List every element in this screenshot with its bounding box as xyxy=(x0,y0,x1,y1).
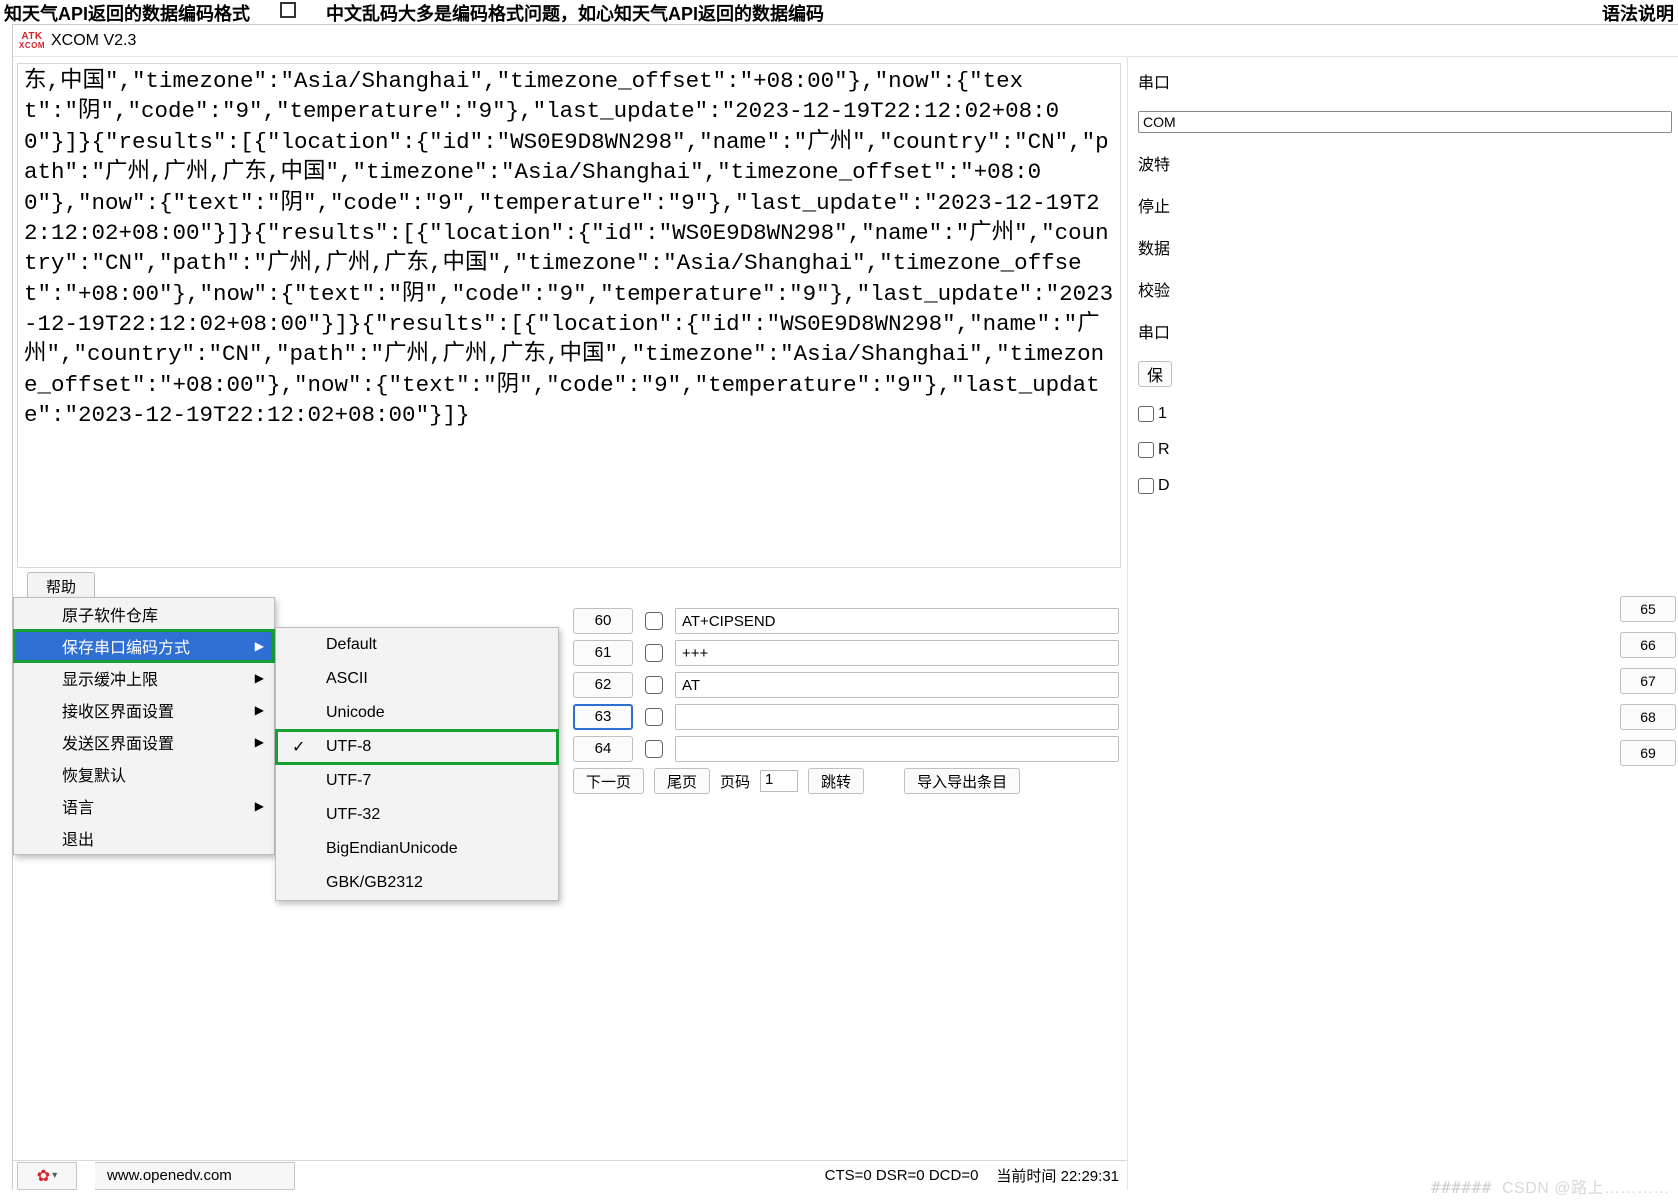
checkbox-icon xyxy=(280,2,296,18)
ctx-menu-item[interactable]: 语言▶ xyxy=(14,790,274,822)
send-command-input[interactable]: +++ xyxy=(675,640,1119,666)
send-row: 64 xyxy=(573,736,1119,762)
submenu-arrow-icon: ▶ xyxy=(255,639,264,653)
cfg-label-port: 串口 xyxy=(1138,69,1672,93)
encoding-option[interactable]: GBK/GB2312 xyxy=(276,866,558,900)
app-logo-icon: ATK XCOM xyxy=(19,32,45,50)
send-row-checkbox[interactable] xyxy=(645,676,663,694)
bottom-tabstrip: 帮助 xyxy=(13,570,1127,600)
encoding-option-label: Unicode xyxy=(326,704,385,722)
encoding-option[interactable]: UTF-32 xyxy=(276,798,558,832)
next-page-button[interactable]: 下一页 xyxy=(573,768,644,794)
cfg-label-stop: 停止 xyxy=(1138,193,1672,217)
settings-gear-button[interactable]: ✿ ▾ xyxy=(17,1162,77,1190)
context-text-right: 中文乱码大多是编码格式问题，如心知天气API返回的数据编码 xyxy=(326,0,1602,23)
cfg-label-port2: 串口 xyxy=(1138,319,1672,343)
send-row-checkbox[interactable] xyxy=(645,740,663,758)
serial-config-panel: 串口 COM 波特 停止 数据 校验 串口 保 1 R D xyxy=(1127,57,1678,1190)
tab-help[interactable]: 帮助 xyxy=(27,572,95,600)
encoding-option-label: UTF-8 xyxy=(326,738,371,756)
cfg-label-data: 数据 xyxy=(1138,235,1672,259)
right-index-buttons: 65 66 67 68 69 xyxy=(1620,596,1676,766)
checkbox-16hex[interactable]: 1 xyxy=(1138,405,1672,423)
encoding-option[interactable]: ✓ UTF-8 xyxy=(276,730,558,764)
csdn-watermark: ###### CSDN @路上………… xyxy=(1431,1174,1670,1198)
import-export-button[interactable]: 导入导出条目 xyxy=(904,768,1020,794)
xcom-window: ATK XCOM XCOM V2.3 东,中国","timezone":"Asi… xyxy=(12,24,1678,1190)
encoding-option-label: GBK/GB2312 xyxy=(326,874,423,892)
ctx-menu-item[interactable]: 显示缓冲上限▶ xyxy=(14,662,274,694)
send-index-button-right[interactable]: 65 xyxy=(1620,596,1676,622)
time-value: 22:29:31 xyxy=(1061,1168,1119,1185)
send-row: 63 xyxy=(573,704,1119,730)
receive-textarea[interactable]: 东,中国","timezone":"Asia/Shanghai","timezo… xyxy=(17,63,1121,568)
signal-status: CTS=0 DSR=0 DCD=0 xyxy=(825,1167,979,1184)
context-text-left: 知天气API返回的数据编码格式 xyxy=(0,0,250,23)
checkbox-dtr[interactable]: D xyxy=(1138,477,1672,495)
send-command-input[interactable]: AT+CIPSEND xyxy=(675,608,1119,634)
encoding-option[interactable]: Default xyxy=(276,628,558,662)
vendor-url[interactable]: www.openedv.com xyxy=(95,1162,295,1190)
com-port-select[interactable]: COM xyxy=(1138,111,1672,133)
title-bar[interactable]: ATK XCOM XCOM V2.3 xyxy=(13,25,1678,57)
encoding-option-label: UTF-7 xyxy=(326,772,371,790)
encoding-option-label: ASCII xyxy=(326,670,368,688)
encoding-option-label: BigEndianUnicode xyxy=(326,840,458,858)
send-index-button[interactable]: 64 xyxy=(573,736,633,762)
send-row-checkbox[interactable] xyxy=(645,644,663,662)
checkbox-rts[interactable]: R xyxy=(1138,441,1672,459)
send-row: 60 AT+CIPSEND xyxy=(573,608,1119,634)
save-window-button[interactable]: 保 xyxy=(1138,361,1172,387)
syntax-help-label: 语法说明 xyxy=(1602,0,1678,23)
send-index-button[interactable]: 62 xyxy=(573,672,633,698)
window-title: XCOM V2.3 xyxy=(51,32,136,50)
send-command-input[interactable]: AT xyxy=(675,672,1119,698)
gear-icon: ✿ xyxy=(37,1166,50,1186)
dropdown-triangle-icon: ▾ xyxy=(52,1170,57,1181)
send-row-checkbox[interactable] xyxy=(645,708,663,726)
submenu-arrow-icon: ▶ xyxy=(255,671,264,685)
check-icon: ✓ xyxy=(292,737,305,757)
send-command-input[interactable] xyxy=(675,704,1119,730)
send-index-button-right[interactable]: 66 xyxy=(1620,632,1676,658)
time-label: 当前时间 xyxy=(996,1168,1056,1185)
encoding-option-label: UTF-32 xyxy=(326,806,380,824)
cfg-label-baud: 波特 xyxy=(1138,151,1672,175)
send-index-button-right[interactable]: 68 xyxy=(1620,704,1676,730)
status-bar: ✿ ▾ www.openedv.com CTS=0 DSR=0 DCD=0 当前… xyxy=(13,1160,1127,1190)
encoding-option[interactable]: UTF-7 xyxy=(276,764,558,798)
page-number-input[interactable]: 1 xyxy=(760,770,798,792)
ctx-menu-item[interactable]: 保存串口编码方式▶ xyxy=(14,630,274,662)
ctx-menu-item[interactable]: 接收区界面设置▶ xyxy=(14,694,274,726)
send-command-input[interactable] xyxy=(675,736,1119,762)
send-index-button-right[interactable]: 67 xyxy=(1620,668,1676,694)
send-row: 61 +++ xyxy=(573,640,1119,666)
last-page-button[interactable]: 尾页 xyxy=(654,768,710,794)
encoding-option-label: Default xyxy=(326,636,377,654)
encoding-submenu[interactable]: Default ASCII Unicode ✓ UTF-8 UTF-7 UTF-32 BigE… xyxy=(275,627,559,901)
send-index-button[interactable]: 60 xyxy=(573,608,633,634)
ctx-menu-item[interactable]: 发送区界面设置▶ xyxy=(14,726,274,758)
submenu-arrow-icon: ▶ xyxy=(255,703,264,717)
send-index-button-right[interactable]: 69 xyxy=(1620,740,1676,766)
send-index-button[interactable]: 63 xyxy=(573,704,633,730)
send-index-button[interactable]: 61 xyxy=(573,640,633,666)
ctx-menu-item[interactable]: 恢复默认 xyxy=(14,758,274,790)
ctx-menu-item[interactable]: 退出 xyxy=(14,822,274,854)
left-crop-edge xyxy=(0,23,12,1200)
ctx-menu-item[interactable]: 原子软件仓库 xyxy=(14,598,274,630)
settings-context-menu[interactable]: 原子软件仓库保存串口编码方式▶显示缓冲上限▶接收区界面设置▶发送区界面设置▶恢复… xyxy=(13,597,275,855)
page-label: 页码 xyxy=(720,771,750,792)
submenu-arrow-icon: ▶ xyxy=(255,735,264,749)
encoding-option[interactable]: BigEndianUnicode xyxy=(276,832,558,866)
encoding-option[interactable]: Unicode xyxy=(276,696,558,730)
send-row-checkbox[interactable] xyxy=(645,612,663,630)
page-context-strip: 知天气API返回的数据编码格式 中文乱码大多是编码格式问题，如心知天气API返回… xyxy=(0,0,1678,23)
submenu-arrow-icon: ▶ xyxy=(255,799,264,813)
jump-button[interactable]: 跳转 xyxy=(808,768,864,794)
cfg-label-parity: 校验 xyxy=(1138,277,1672,301)
encoding-option[interactable]: ASCII xyxy=(276,662,558,696)
send-row: 62 AT xyxy=(573,672,1119,698)
